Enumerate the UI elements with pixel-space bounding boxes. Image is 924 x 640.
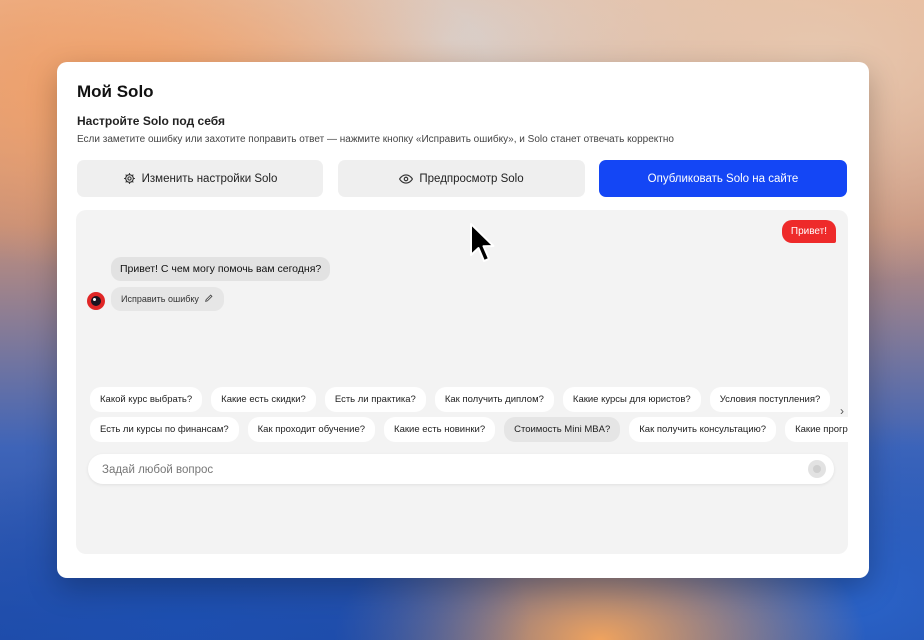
bot-message-bubble: Привет! С чем могу помочь вам сегодня? (111, 257, 331, 281)
suggestion-chip[interactable]: Какой курс выбрать? (90, 387, 203, 412)
page-subtitle: Настройте Solo под себя (77, 114, 225, 128)
suggestion-chip[interactable]: Какие програ (785, 417, 848, 442)
chat-input-bar (88, 454, 834, 486)
suggestion-chip[interactable]: Как получить консультацию? (629, 417, 777, 442)
preview-label: Предпросмотр Solo (419, 172, 524, 185)
solo-settings-window: Мой Solo Настройте Solo под себя Если за… (57, 62, 869, 578)
chevron-right-icon[interactable]: › (840, 404, 844, 418)
suggestion-chip[interactable]: Какие есть скидки? (211, 387, 316, 412)
page-title: Мой Solo (77, 82, 154, 101)
edit-settings-button[interactable]: Изменить настройки Solo (77, 160, 323, 197)
send-button[interactable] (808, 460, 826, 478)
preview-button[interactable]: Предпросмотр Solo (338, 160, 585, 197)
pencil-icon (204, 293, 214, 305)
publish-label: Опубликовать Solo на сайте (647, 172, 799, 185)
fix-error-button[interactable]: Исправить ошибку (111, 287, 224, 311)
mouse-cursor-icon (470, 223, 495, 262)
gear-icon (123, 172, 136, 185)
bot-avatar (87, 292, 105, 310)
suggestion-chip-active[interactable]: Стоимость Mini MBA? (504, 417, 621, 442)
publish-button[interactable]: Опубликовать Solo на сайте (599, 160, 847, 197)
question-input[interactable] (100, 454, 794, 486)
edit-settings-label: Изменить настройки Solo (141, 172, 278, 185)
fix-error-label: Исправить ошибку (121, 294, 199, 304)
suggestion-chip[interactable]: Как проходит обучение? (247, 417, 376, 442)
suggestion-row-1: Какой курс выбрать? Какие есть скидки? Е… (90, 387, 831, 412)
chat-preview-area: Привет! Привет! С чем могу помочь вам се… (76, 210, 848, 554)
suggestion-chip[interactable]: Условия поступления? (709, 387, 831, 412)
user-message-bubble: Привет! (781, 220, 836, 243)
eye-icon (399, 173, 414, 185)
page-description: Если заметите ошибку или захотите поправ… (77, 134, 674, 145)
suggestion-chip[interactable]: Какие курсы для юристов? (562, 387, 701, 412)
suggestion-chip[interactable]: Есть ли курсы по финансам? (90, 417, 239, 442)
suggestion-chip[interactable]: Какие есть новинки? (384, 417, 496, 442)
suggestion-chip[interactable]: Есть ли практика? (324, 387, 426, 412)
suggestion-row-2: Есть ли курсы по финансам? Как проходит … (90, 417, 848, 442)
suggestion-chip[interactable]: Как получить диплом? (434, 387, 554, 412)
